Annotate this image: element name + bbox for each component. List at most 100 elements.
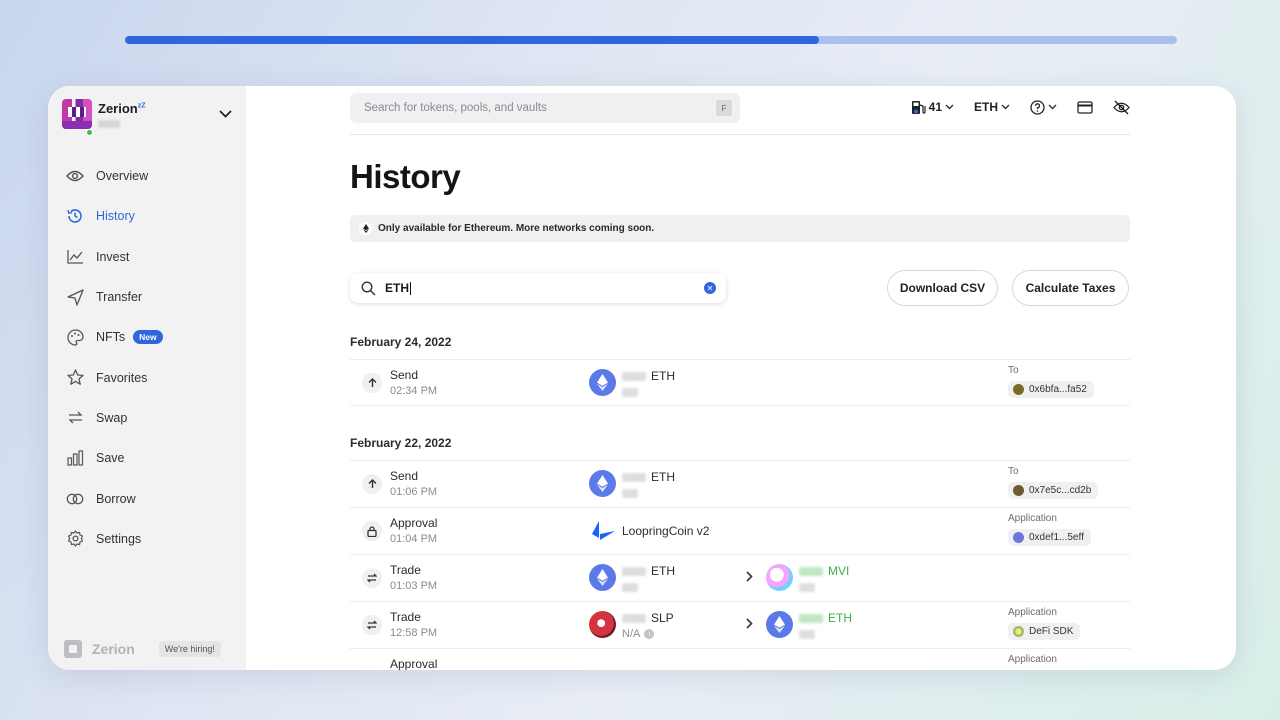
counterparty-cell: Application DeFi SDK (1008, 607, 1081, 642)
chevron-right-icon (746, 570, 753, 585)
history-search-input[interactable]: ETH ✕ (350, 273, 726, 303)
counterparty-cell: To 0x7e5c...cd2b (1008, 466, 1099, 501)
sidebar-item-label: Overview (96, 169, 149, 184)
calculate-taxes-button[interactable]: Calculate Taxes (1012, 270, 1129, 306)
sidebar-item-save[interactable]: Save (62, 438, 232, 478)
counterparty-cell: Application (1008, 654, 1057, 665)
counterparty-label: To (1008, 365, 1019, 376)
address-chip[interactable]: 0xdef1...5eff (1008, 529, 1091, 546)
download-csv-button[interactable]: Download CSV (887, 270, 998, 306)
sleep-mark: zZ (137, 102, 146, 110)
topbar: Search for tokens, pools, and vaults F 4… (350, 93, 1130, 135)
currency-selector[interactable]: ETH (974, 100, 1010, 114)
hide-balance-icon[interactable] (1113, 100, 1130, 115)
sidebar-item-transfer[interactable]: Transfer (62, 277, 232, 317)
chevron-down-icon (945, 102, 954, 112)
main-content: Search for tokens, pools, and vaults F 4… (246, 86, 1236, 670)
info-icon[interactable]: i (644, 629, 655, 639)
arrow-up-icon (362, 474, 382, 494)
date-header: February 24, 2022 (350, 335, 452, 349)
tx-time: 02:34 PM (390, 385, 438, 397)
page-title: History (350, 158, 461, 195)
zerion-logo-icon (64, 640, 82, 658)
footer-brand: Zerion (92, 641, 135, 657)
sidebar-item-borrow[interactable]: Borrow (62, 478, 232, 518)
sidebar-item-label: Favorites (96, 370, 148, 385)
address-chip[interactable]: 0x6bfa...fa52 (1008, 381, 1094, 398)
counterparty-cell: To 0x6bfa...fa52 (1008, 365, 1094, 400)
table-row[interactable]: Send 02:34 PM ETH To 0x6bfa...fa52 (350, 359, 1130, 406)
sidebar-item-label: Settings (96, 531, 142, 546)
counterparty-label: Application (1008, 654, 1057, 665)
account-switcher[interactable]: ZerionzZ (62, 96, 232, 136)
arrow-up-icon (362, 373, 382, 393)
ethereum-token-icon (589, 564, 616, 591)
sidebar-item-settings[interactable]: Settings (62, 519, 232, 559)
keyboard-shortcut-badge: F (716, 100, 732, 116)
sushi-token-icon (589, 611, 616, 638)
sidebar-nav: Overview History Invest Transfer NFTs Ne… (62, 156, 232, 559)
counterparty-label: Application (1008, 513, 1057, 524)
sidebar-item-favorites[interactable]: Favorites (62, 357, 232, 397)
sidebar-item-label: Transfer (96, 290, 143, 305)
counterparty-label: To (1008, 466, 1019, 477)
sidebar-item-invest[interactable]: Invest (62, 237, 232, 277)
sidebar: ZerionzZ Overview History Invest Transfe… (48, 86, 246, 670)
card-icon[interactable] (1077, 100, 1093, 114)
gas-price-selector[interactable]: 41 (911, 100, 954, 115)
search-placeholder: Search for tokens, pools, and vaults (364, 102, 547, 114)
address-avatar (1013, 384, 1024, 395)
borrow-icon (64, 488, 86, 510)
help-icon (1030, 99, 1045, 115)
asset-cell: ETH (589, 369, 675, 397)
address-avatar (1013, 485, 1024, 496)
network-notice: Only available for Ethereum. More networ… (350, 215, 1130, 242)
tx-type: Trade (390, 563, 421, 577)
hiring-link[interactable]: We're hiring! (158, 641, 221, 657)
tx-time: 01:04 PM (390, 533, 438, 545)
progress-track (125, 36, 1177, 44)
chevron-down-icon[interactable] (219, 106, 232, 121)
sidebar-item-nfts[interactable]: NFTs New (62, 317, 232, 357)
asset-symbol: ETH (651, 470, 675, 484)
sidebar-item-label: Borrow (96, 491, 136, 506)
tx-type: Send (390, 368, 419, 382)
tx-time: 12:58 PM (390, 627, 438, 639)
tx-type: Trade (390, 610, 421, 624)
asset-symbol: ETH (651, 369, 675, 383)
chevron-right-icon (746, 617, 753, 632)
chevron-down-icon (1048, 102, 1057, 112)
tx-type: Approval (390, 657, 438, 670)
address-value: 0xdef1...5eff (1029, 532, 1084, 543)
bar-chart-icon (64, 447, 86, 469)
trade-arrows-icon (362, 568, 382, 588)
application-chip[interactable]: DeFi SDK (1008, 623, 1081, 640)
topbar-actions: 41 ETH (911, 95, 1130, 119)
table-row[interactable]: Trade 12:58 PM SLP N/A i ETH Application… (350, 601, 1130, 648)
star-icon (64, 367, 86, 389)
ethereum-icon (359, 222, 372, 235)
sidebar-item-label: History (96, 209, 135, 224)
asset-value: N/A (622, 628, 641, 640)
sidebar-item-swap[interactable]: Swap (62, 398, 232, 438)
send-plane-icon (64, 286, 86, 308)
sidebar-item-overview[interactable]: Overview (62, 156, 232, 196)
online-status-dot (86, 129, 93, 136)
application-value: DeFi SDK (1029, 626, 1074, 637)
help-menu[interactable] (1030, 99, 1057, 115)
table-row[interactable]: Send 01:06 PM ETH To 0x7e5c...cd2b (350, 460, 1130, 507)
table-row[interactable]: Approval Application (350, 648, 1130, 670)
sidebar-item-history[interactable]: History (62, 196, 232, 236)
sidebar-item-label: Save (96, 451, 125, 466)
address-chip[interactable]: 0x7e5c...cd2b (1008, 482, 1099, 499)
tx-type: Approval (390, 516, 438, 530)
notice-text: Only available for Ethereum. More networ… (378, 223, 655, 234)
table-row[interactable]: Trade 01:03 PM ETH MVI (350, 554, 1130, 601)
date-header: February 22, 2022 (350, 436, 452, 450)
gas-pump-icon (911, 100, 926, 114)
chevron-down-icon (1001, 102, 1010, 112)
clear-search-icon[interactable]: ✕ (704, 282, 716, 294)
swap-icon (64, 407, 86, 429)
table-row[interactable]: Approval 01:04 PM LoopringCoin v2 Applic… (350, 507, 1130, 554)
global-search-input[interactable]: Search for tokens, pools, and vaults F (350, 93, 740, 123)
